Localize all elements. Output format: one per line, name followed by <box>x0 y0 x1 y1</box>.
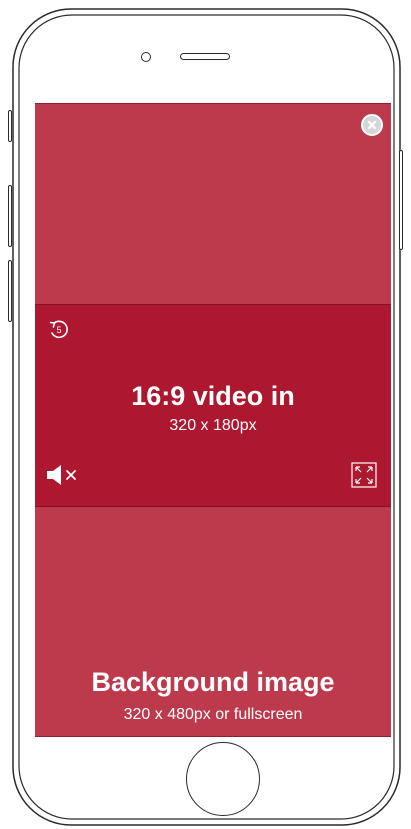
side-button-left-3 <box>8 260 12 322</box>
background-size-label: 320 x 480px or fullscreen <box>123 706 303 723</box>
home-button[interactable] <box>186 742 260 816</box>
side-button-left-1 <box>8 110 12 142</box>
fullscreen-icon <box>351 462 377 488</box>
video-title: 16:9 video in <box>131 381 295 411</box>
video-player[interactable]: 5 16:9 video in 320 x 180px <box>35 304 391 507</box>
ad-screen: 5 16:9 video in 320 x 180px Background i… <box>35 103 391 737</box>
replay-button[interactable]: 5 <box>47 318 71 342</box>
side-button-right <box>399 150 403 250</box>
speaker-slot <box>180 53 230 60</box>
side-button-left-2 <box>8 185 12 247</box>
fullscreen-button[interactable] <box>351 462 377 488</box>
mute-button[interactable] <box>45 463 79 487</box>
close-button[interactable] <box>361 114 383 136</box>
video-size-label: 320 x 180px <box>169 417 257 434</box>
close-icon <box>367 120 377 130</box>
front-camera <box>141 52 151 62</box>
background-title: Background image <box>91 667 335 697</box>
phone-mockup: 5 16:9 video in 320 x 180px Background i… <box>0 0 411 829</box>
replay-seconds: 5 <box>56 325 62 335</box>
mute-icon <box>47 465 76 485</box>
